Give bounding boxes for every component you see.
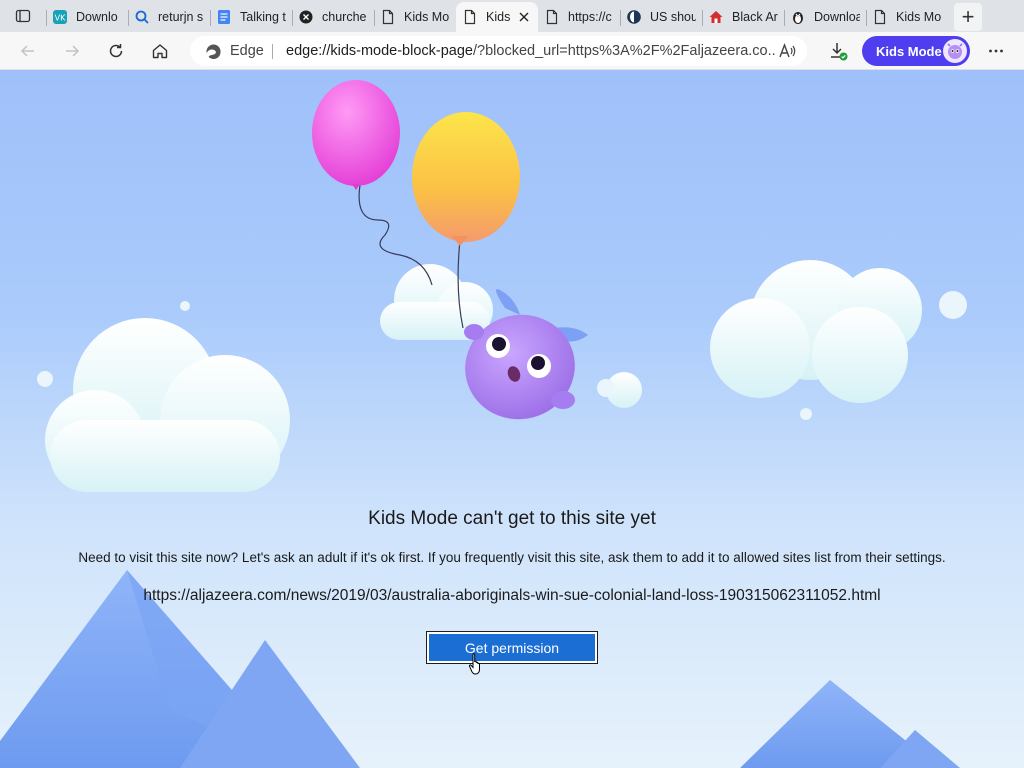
tab[interactable]: Talking t — [210, 2, 292, 32]
vk-icon: VK — [52, 9, 68, 25]
kids-mode-label: Kids Mode — [876, 44, 942, 59]
hand-cursor-icon — [468, 653, 480, 675]
tab-actions-button[interactable] — [0, 0, 46, 32]
page-icon — [462, 9, 478, 25]
plus-icon: + — [961, 4, 975, 29]
tab[interactable]: returjn s — [128, 2, 210, 32]
tab-title: Kids — [486, 10, 511, 24]
downloads-button[interactable] — [824, 37, 852, 65]
kids-avatar — [943, 39, 967, 63]
house-icon — [708, 9, 724, 25]
arrow-right-icon — [66, 45, 80, 57]
get-permission-button[interactable]: Get permission — [426, 631, 598, 664]
url-text[interactable]: edge://kids-mode-block-page/?blocked_url… — [286, 43, 776, 59]
page-icon — [544, 9, 560, 25]
tab[interactable]: Kids Mo — [374, 2, 456, 32]
page-icon — [872, 9, 888, 25]
read-aloud-icon[interactable] — [777, 41, 797, 61]
tab-actions-icon — [15, 9, 31, 23]
cloud-left — [37, 301, 290, 492]
tab[interactable]: Black Ar — [702, 2, 784, 32]
tab-title: Kids Mo — [896, 10, 942, 24]
settings-more-button[interactable] — [982, 37, 1010, 65]
tab-title: US shou — [650, 10, 696, 24]
more-icon — [989, 49, 1003, 53]
new-tab-button[interactable]: + — [954, 3, 982, 31]
edge-label: Edge — [230, 43, 264, 59]
tab-title: Kids Mo — [404, 10, 450, 24]
tab[interactable]: https://c — [538, 2, 620, 32]
svg-text:VK: VK — [55, 14, 66, 23]
tab-title: Black Ar — [732, 10, 778, 24]
blocked-url: https://aljazeera.com/news/2019/03/austr… — [143, 587, 881, 604]
tab-title: churche — [322, 10, 367, 24]
tab-title: Downloa — [814, 10, 860, 24]
url-query: /?blocked_url=https%3A%2F%2Faljazeera.co… — [473, 43, 776, 59]
refresh-button[interactable] — [102, 37, 130, 65]
kids-mode-button[interactable]: Kids Mode — [862, 36, 970, 66]
kids-avatar-icon — [947, 43, 963, 59]
page-icon — [380, 9, 396, 25]
tab-active[interactable]: Kids — [456, 2, 538, 32]
page-title: Kids Mode can't get to this site yet — [368, 508, 656, 529]
browser-toolbar: Edge edge://kids-mode-block-page/?blocke… — [0, 32, 1024, 70]
address-bar[interactable]: Edge edge://kids-mode-block-page/?blocke… — [190, 36, 807, 66]
tab-title: https://c — [568, 10, 612, 24]
tab-list: VK Downlo returjn s Talking t churche Kids Mo… — [46, 0, 948, 32]
tab[interactable]: Kids Mo — [866, 2, 948, 32]
home-button[interactable] — [146, 37, 174, 65]
download-icon — [831, 43, 848, 61]
globe-icon — [626, 9, 642, 25]
refresh-icon — [109, 44, 123, 58]
illustration — [0, 80, 967, 768]
penguin-icon — [790, 9, 806, 25]
tab[interactable]: VK Downlo — [46, 2, 128, 32]
home-icon — [152, 44, 168, 59]
tab-strip: VK Downlo returjn s Talking t churche Kids Mo… — [0, 0, 1024, 32]
cloud-right — [710, 260, 967, 420]
edge-logo-icon — [206, 44, 221, 60]
search-icon — [134, 9, 150, 25]
x-logo-icon — [298, 9, 314, 25]
close-tab-icon[interactable] — [516, 9, 532, 25]
docs-icon — [216, 9, 232, 25]
tab[interactable]: churche — [292, 2, 374, 32]
tab-title: returjn s — [158, 10, 204, 24]
address-separator — [272, 44, 273, 59]
back-button[interactable] — [14, 37, 42, 65]
url-host: edge://kids-mode-block-page — [286, 43, 473, 59]
tab[interactable]: US shou — [620, 2, 702, 32]
tab-title: Downlo — [76, 10, 118, 24]
page-description: Need to visit this site now? Let's ask a… — [78, 550, 946, 565]
arrow-left-icon — [20, 45, 34, 57]
forward-button[interactable] — [58, 37, 86, 65]
tab[interactable]: Downloa — [784, 2, 866, 32]
kids-mode-block-page: Kids Mode can't get to this site yet Nee… — [0, 70, 1024, 768]
tab-title: Talking t — [240, 10, 286, 24]
